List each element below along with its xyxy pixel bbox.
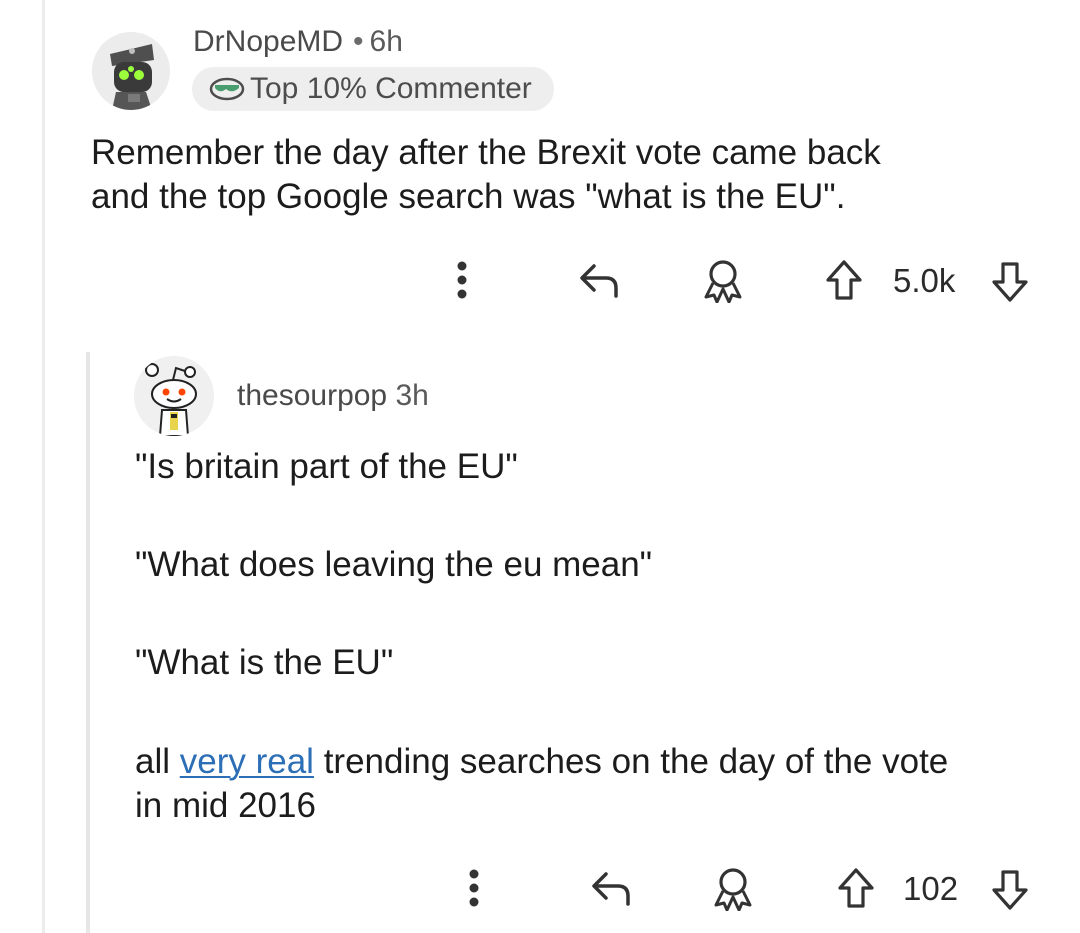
flair-text: Top 10% Commenter [250, 72, 532, 105]
reply-author[interactable]: thesourpop [237, 379, 387, 412]
downvote-arrow-icon [992, 262, 1028, 302]
reply-text: all [135, 742, 180, 781]
downvote-arrow-icon [992, 870, 1028, 910]
vote-score: 5.0k [893, 262, 956, 299]
reply-paragraph: "What is the EU" [135, 643, 394, 682]
reply-paragraph: "Is britain part of the EU" [135, 447, 518, 486]
reply-time: 3h [395, 379, 429, 412]
award-button[interactable] [710, 864, 756, 912]
comment-line: and the top Google search was "what is t… [91, 177, 846, 216]
reply-thread-line[interactable] [86, 352, 90, 933]
reply-author-line: thesourpop 3h [237, 379, 429, 413]
user-flair: Top 10% Commenter [192, 67, 554, 111]
downvote-button[interactable] [988, 258, 1032, 306]
avatar-snoo-icon [134, 356, 214, 436]
upvote-button[interactable] [834, 864, 878, 912]
more-options-button[interactable] [444, 258, 480, 302]
reply-icon [592, 872, 630, 906]
upvote-button[interactable] [822, 256, 866, 304]
more-vertical-icon [457, 261, 467, 299]
comment-line: Remember the day after the Brexit vote c… [91, 133, 881, 172]
reply-paragraph: "What does leaving the eu mean" [135, 545, 653, 584]
comment-author[interactable]: DrNopeMD [193, 25, 343, 58]
thread-line[interactable] [42, 0, 45, 933]
award-icon [704, 260, 742, 303]
reply-text: trending searches on the day of the vote [313, 742, 949, 781]
award-button[interactable] [700, 256, 746, 304]
comment-author-line: DrNopeMD • 6h [193, 25, 403, 59]
comment-body: Remember the day after the Brexit vote c… [91, 131, 1051, 219]
more-vertical-icon [469, 869, 479, 907]
vote-score: 102 [903, 870, 959, 907]
award-icon [714, 868, 752, 911]
sunglasses-icon [209, 77, 245, 101]
very-real-link[interactable]: very real [180, 742, 314, 781]
reply-button[interactable] [586, 866, 636, 910]
reply-icon [580, 264, 618, 298]
more-options-button[interactable] [456, 865, 492, 911]
downvote-button[interactable] [988, 866, 1032, 914]
avatar[interactable] [92, 32, 170, 110]
comment-time: 6h [369, 25, 403, 58]
reply-paragraph: in mid 2016 [135, 786, 316, 825]
reply-paragraph: all very real trending searches on the d… [135, 740, 948, 784]
upvote-arrow-icon [838, 868, 874, 908]
separator-dot: • [353, 25, 364, 58]
upvote-arrow-icon [826, 260, 862, 300]
avatar-robot-hat-icon [92, 32, 170, 110]
reply-button[interactable] [574, 258, 624, 302]
avatar[interactable] [134, 356, 214, 436]
